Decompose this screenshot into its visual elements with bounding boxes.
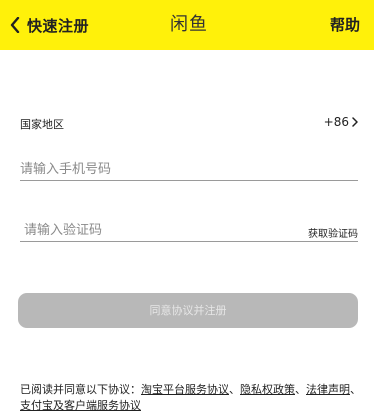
legal-statement-link[interactable]: 法律声明 bbox=[306, 383, 350, 396]
region-code-text: +86 bbox=[323, 115, 349, 129]
back-label: 快速注册 bbox=[27, 16, 90, 35]
agreement-separator: 、 bbox=[229, 383, 240, 396]
chevron-right-icon bbox=[352, 117, 358, 127]
app-logo: 闲鱼 bbox=[170, 14, 208, 35]
verification-code-field[interactable]: 获取验证码 bbox=[20, 219, 358, 242]
phone-field[interactable] bbox=[20, 158, 358, 181]
region-label: 国家地区 bbox=[20, 118, 64, 131]
taobao-service-agreement-link[interactable]: 淘宝平台服务协议 bbox=[141, 383, 229, 396]
top-bar: 快速注册 闲鱼 帮助 bbox=[0, 0, 374, 50]
help-button[interactable]: 帮助 bbox=[330, 14, 360, 36]
verification-code-input[interactable] bbox=[20, 219, 280, 242]
agreement-separator: 、 bbox=[295, 383, 306, 396]
region-code[interactable]: +86 bbox=[324, 115, 358, 129]
phone-input[interactable] bbox=[20, 158, 358, 181]
privacy-policy-link[interactable]: 隐私权政策 bbox=[240, 383, 295, 396]
back-button[interactable]: 快速注册 bbox=[10, 14, 89, 36]
alipay-service-agreement-link[interactable]: 支付宝及客户端服务协议 bbox=[20, 399, 141, 412]
agreement-text: 已阅读并同意以下协议：淘宝平台服务协议、隐私权政策、法律声明、支付宝及客户端服务… bbox=[20, 382, 366, 414]
agree-and-register-button[interactable]: 同意协议并注册 bbox=[18, 293, 358, 328]
region-selector[interactable]: 国家地区 +86 bbox=[20, 114, 358, 134]
get-code-button[interactable]: 获取验证码 bbox=[308, 225, 358, 240]
chevron-left-icon bbox=[10, 17, 20, 33]
agreement-separator: 、 bbox=[350, 383, 361, 396]
agreement-prefix: 已阅读并同意以下协议： bbox=[20, 383, 141, 396]
